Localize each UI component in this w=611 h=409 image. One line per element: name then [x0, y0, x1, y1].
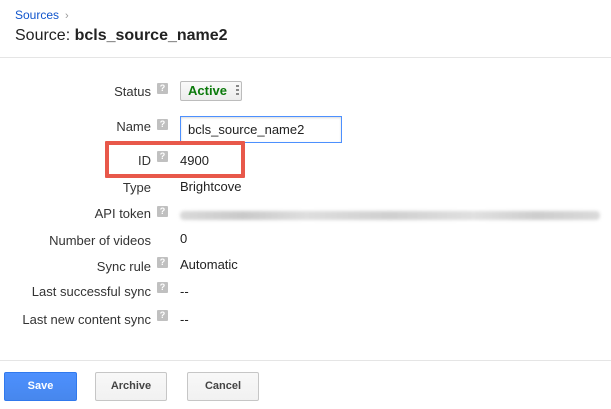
archive-button[interactable]: Archive — [95, 372, 167, 401]
name-label: Name — [116, 119, 151, 134]
help-icon[interactable]: ? — [157, 83, 168, 94]
status-label: Status — [114, 84, 151, 99]
divider — [0, 360, 611, 361]
id-row: ID ? 4900 — [0, 151, 611, 171]
status-toggle-button[interactable]: Active — [180, 81, 242, 101]
sync-rule-value: Automatic — [180, 257, 238, 272]
help-icon[interactable]: ? — [157, 257, 168, 268]
status-row: Status ? Active — [0, 81, 611, 103]
number-of-videos-row: Number of videos 0 — [0, 231, 611, 249]
api-token-label: API token — [94, 206, 151, 221]
type-row: Type Brightcove — [0, 179, 611, 197]
help-icon[interactable]: ? — [157, 206, 168, 217]
save-button[interactable]: Save — [4, 372, 77, 401]
last-new-content-sync-value: -- — [180, 312, 189, 327]
type-label: Type — [122, 180, 151, 195]
name-row: Name ? — [0, 116, 611, 144]
api-token-value-obscured — [180, 211, 600, 220]
last-successful-sync-row: Last successful sync ? -- — [0, 282, 611, 302]
sync-rule-row: Sync rule ? Automatic — [0, 257, 611, 277]
last-successful-sync-value: -- — [180, 284, 189, 299]
chevron-right-icon: › — [65, 10, 69, 22]
number-of-videos-value: 0 — [180, 231, 188, 246]
sync-rule-label: Sync rule — [96, 259, 151, 274]
last-new-content-sync-row: Last new content sync ? -- — [0, 310, 611, 330]
grip-icon — [236, 85, 239, 97]
help-icon[interactable]: ? — [157, 119, 168, 130]
id-highlight-box — [105, 141, 245, 178]
help-icon[interactable]: ? — [157, 310, 168, 321]
last-successful-sync-label: Last successful sync — [31, 284, 151, 299]
page-title-source-name: bcls_source_name2 — [74, 27, 228, 44]
divider — [0, 57, 611, 58]
name-input[interactable] — [180, 116, 342, 143]
page-title: Source: bcls_source_name2 — [15, 27, 228, 45]
number-of-videos-label: Number of videos — [49, 233, 151, 248]
breadcrumb-sources-link[interactable]: Sources — [15, 8, 59, 22]
status-value: Active — [188, 83, 228, 98]
last-new-content-sync-label: Last new content sync — [22, 312, 151, 327]
breadcrumb: Sources › — [15, 8, 69, 22]
help-icon[interactable]: ? — [157, 282, 168, 293]
page-title-prefix: Source: — [15, 27, 75, 44]
cancel-button[interactable]: Cancel — [187, 372, 259, 401]
api-token-row: API token ? — [0, 204, 611, 226]
type-value: Brightcove — [180, 179, 242, 194]
